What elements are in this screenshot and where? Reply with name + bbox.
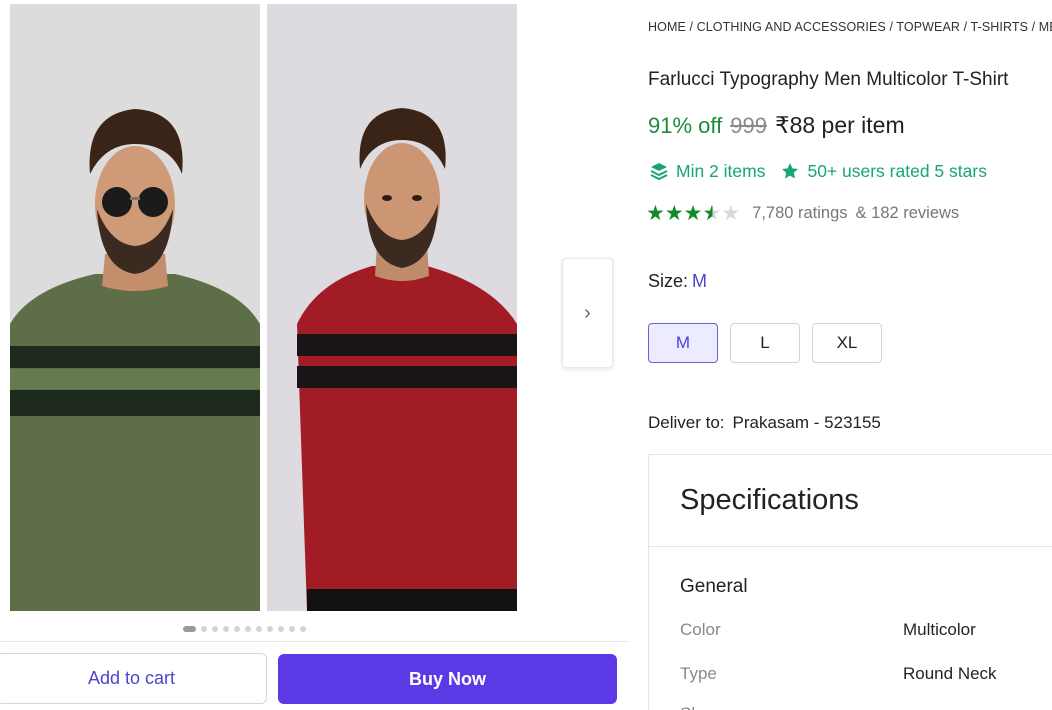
add-to-cart-button[interactable]: Add to cart xyxy=(0,653,267,704)
pagination-dot[interactable] xyxy=(223,626,229,632)
star-icon: ★ xyxy=(664,202,684,225)
spec-value: Round Neck xyxy=(903,664,997,683)
specifications-title: Specifications xyxy=(680,484,859,516)
image-pagination-dots xyxy=(183,626,306,632)
size-options: M L XL xyxy=(648,323,882,363)
delivery-location: Prakasam - 523155 xyxy=(732,413,881,432)
spec-divider xyxy=(649,546,1052,547)
product-image-red[interactable] xyxy=(267,4,517,611)
product-title: Farlucci Typography Men Multicolor T-Shi… xyxy=(648,69,1009,90)
spec-value: Multicolor xyxy=(903,620,976,639)
breadcrumb[interactable]: HOME / CLOTHING AND ACCESSORIES / TOPWEA… xyxy=(648,20,1052,34)
product-badges: Min 2 items 50+ users rated 5 stars xyxy=(648,160,987,182)
pagination-dot[interactable] xyxy=(201,626,207,632)
size-option-m[interactable]: M xyxy=(648,323,718,363)
size-label-text: Size: xyxy=(648,271,689,291)
star-badge-icon xyxy=(779,160,801,182)
pagination-dot[interactable] xyxy=(267,626,273,632)
deliver-label: Deliver to: xyxy=(648,413,725,432)
product-image-green[interactable] xyxy=(10,4,260,611)
price-row: 91% off 999 ₹88 per item xyxy=(648,112,905,139)
pagination-dot[interactable] xyxy=(289,626,295,632)
spec-key: Color xyxy=(680,620,721,639)
pagination-dot[interactable] xyxy=(234,626,240,632)
pagination-dot[interactable] xyxy=(245,626,251,632)
star-rating: ★ ★ ★ ★ ★ xyxy=(646,203,740,224)
star-icon: ★ xyxy=(721,202,741,225)
star-icon: ★ xyxy=(646,202,665,225)
pagination-dot[interactable] xyxy=(278,626,284,632)
layers-icon xyxy=(648,160,670,182)
users-rated-badge: 50+ users rated 5 stars xyxy=(807,160,987,181)
pagination-dot[interactable] xyxy=(300,626,306,632)
discount-percent: 91% off xyxy=(648,113,723,138)
size-option-l[interactable]: L xyxy=(730,323,800,363)
ratings-row: ★ ★ ★ ★ ★ 7,780 ratings & 182 reviews xyxy=(646,203,959,224)
spec-key: Sl xyxy=(680,704,695,710)
chevron-right-icon: › xyxy=(584,301,591,324)
size-option-xl[interactable]: XL xyxy=(812,323,882,363)
pagination-dot[interactable] xyxy=(183,626,196,632)
green-tshirt-photo xyxy=(10,4,260,611)
pagination-dot[interactable] xyxy=(256,626,262,632)
min-items-badge: Min 2 items xyxy=(676,160,766,181)
star-icon: ★ xyxy=(683,202,703,225)
specifications-card: Specifications General Color Multicolor … xyxy=(648,454,1052,710)
product-image-gallery xyxy=(10,4,517,611)
delivery-info[interactable]: Deliver to: Prakasam - 523155 xyxy=(648,413,881,433)
original-price: 999 xyxy=(730,113,767,138)
cta-divider xyxy=(0,641,629,642)
ratings-count: 7,780 ratings xyxy=(752,204,848,222)
pagination-dot[interactable] xyxy=(212,626,218,632)
buy-now-button[interactable]: Buy Now xyxy=(278,654,617,704)
spec-group-general: General xyxy=(680,576,748,597)
reviews-count: & 182 reviews xyxy=(855,204,960,222)
next-image-button[interactable]: › xyxy=(562,258,613,368)
size-label: Size: M xyxy=(648,271,707,292)
selected-size: M xyxy=(692,271,708,291)
star-icon: ★ xyxy=(702,202,722,225)
spec-key: Type xyxy=(680,664,717,683)
selling-price: ₹88 per item xyxy=(774,112,905,138)
red-tshirt-photo xyxy=(267,4,517,611)
